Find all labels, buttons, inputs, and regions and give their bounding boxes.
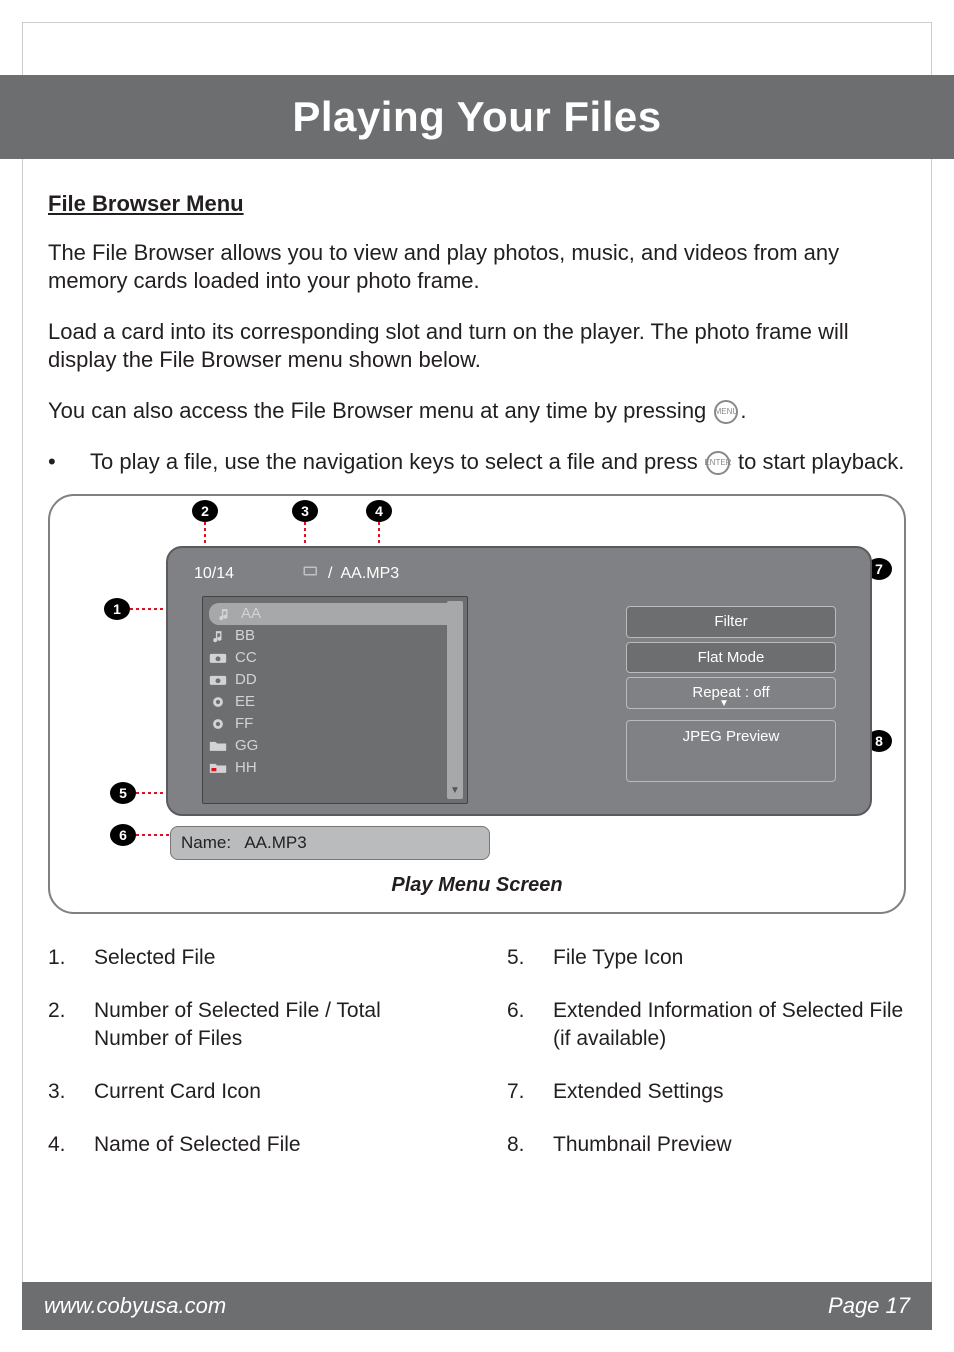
file-label: DD — [235, 670, 257, 690]
legend-item: 1. Selected File — [48, 944, 447, 971]
legend-text: Name of Selected File — [94, 1131, 301, 1158]
section-title: File Browser Menu — [48, 190, 906, 219]
legend-item: 5. File Type Icon — [507, 944, 906, 971]
leader-icon — [136, 834, 170, 836]
settings-repeat-text: Repeat : off — [692, 684, 769, 701]
paragraph-3-post: . — [740, 398, 746, 423]
file-counter: 10/14 — [194, 564, 234, 585]
diagram-caption: Play Menu Screen — [50, 872, 904, 898]
legend-item: 8. Thumbnail Preview — [507, 1131, 906, 1158]
file-row: EE — [203, 691, 467, 713]
scrollbar — [447, 601, 463, 799]
name-value: AA.MP3 — [244, 833, 306, 852]
folder-icon — [209, 761, 227, 775]
page-footer: www.cobyusa.com Page 17 — [22, 1282, 932, 1330]
settings-panel: Filter Flat Mode Repeat : off ▼ — [626, 606, 836, 713]
content-area: File Browser Menu The File Browser allow… — [48, 190, 906, 1159]
legend-num: 7. — [507, 1078, 533, 1105]
file-row: HH — [203, 757, 467, 779]
gear-icon — [209, 695, 227, 709]
file-label: EE — [235, 692, 255, 712]
callout-6: 6 — [110, 824, 136, 846]
camera-icon — [209, 673, 227, 687]
legend-num: 6. — [507, 997, 533, 1052]
file-label: BB — [235, 626, 255, 646]
jpeg-preview: JPEG Preview — [626, 720, 836, 782]
legend-text: Extended Information of Selected File (i… — [553, 997, 906, 1052]
bullet-list: • To play a file, use the navigation key… — [48, 448, 906, 477]
callout-1: 1 — [104, 598, 130, 620]
settings-flat-mode: Flat Mode — [626, 642, 836, 674]
camera-icon — [209, 651, 227, 665]
legend-item: 4. Name of Selected File — [48, 1131, 447, 1158]
enter-button-icon: ENTER — [706, 451, 730, 475]
callout-3: 3 — [292, 500, 318, 522]
menu-button-icon: MENU — [714, 400, 738, 424]
file-label: HH — [235, 758, 257, 778]
file-row: BB — [203, 625, 467, 647]
paragraph-1: The File Browser allows you to view and … — [48, 239, 906, 296]
legend-num: 3. — [48, 1078, 74, 1105]
legend-num: 8. — [507, 1131, 533, 1158]
callout-5: 5 — [110, 782, 136, 804]
legend-num: 4. — [48, 1131, 74, 1158]
music-icon — [209, 629, 227, 643]
folder-icon — [209, 739, 227, 753]
paragraph-3-pre: You can also access the File Browser men… — [48, 398, 712, 423]
file-label: GG — [235, 736, 258, 756]
bullet-text: To play a file, use the navigation keys … — [90, 448, 906, 477]
callout-2: 2 — [192, 500, 218, 522]
bullet-pre: To play a file, use the navigation keys … — [90, 449, 704, 474]
screen-top-line: 10/14 / AA.MP3 — [194, 564, 844, 585]
file-row: FF — [203, 713, 467, 735]
legend-text: Selected File — [94, 944, 215, 971]
settings-repeat: Repeat : off ▼ — [626, 677, 836, 709]
legend-text: Number of Selected File / Total Number o… — [94, 997, 447, 1052]
file-label: CC — [235, 648, 257, 668]
path-separator: / — [328, 564, 332, 585]
file-row: DD — [203, 669, 467, 691]
legend-item: 7. Extended Settings — [507, 1078, 906, 1105]
gear-icon — [209, 717, 227, 731]
file-row: CC — [203, 647, 467, 669]
file-label: AA — [241, 604, 261, 624]
bullet-post: to start playback. — [732, 449, 904, 474]
name-label: Name: — [181, 833, 231, 852]
file-label: FF — [235, 714, 253, 734]
legend-item: 6. Extended Information of Selected File … — [507, 997, 906, 1052]
page-header: Playing Your Files — [0, 75, 954, 159]
page-title: Playing Your Files — [292, 93, 661, 141]
screen-mock: 10/14 / AA.MP3 AA BB CC — [166, 546, 872, 816]
name-bar: Name: AA.MP3 — [170, 826, 490, 860]
paragraph-3: You can also access the File Browser men… — [48, 397, 906, 426]
card-icon — [302, 564, 320, 585]
play-menu-diagram: 2 3 4 1 5 6 7 8 10/14 / AA.M — [48, 494, 906, 914]
footer-url: www.cobyusa.com — [44, 1293, 226, 1319]
legend-grid: 1. Selected File 5. File Type Icon 2. Numbe… — [48, 944, 906, 1158]
callout-4: 4 — [366, 500, 392, 522]
file-list: AA BB CC DD EE — [202, 596, 468, 804]
legend-item: 3. Current Card Icon — [48, 1078, 447, 1105]
legend-num: 5. — [507, 944, 533, 971]
legend-text: Thumbnail Preview — [553, 1131, 732, 1158]
bullet-marker: • — [48, 448, 58, 477]
legend-item: 2. Number of Selected File / Total Number… — [48, 997, 447, 1052]
legend-num: 2. — [48, 997, 74, 1052]
file-row: GG — [203, 735, 467, 757]
legend-num: 1. — [48, 944, 74, 971]
settings-filter: Filter — [626, 606, 836, 638]
file-row: AA — [209, 603, 461, 625]
legend-text: Current Card Icon — [94, 1078, 261, 1105]
chevron-down-icon: ▼ — [719, 697, 729, 710]
legend-text: Extended Settings — [553, 1078, 723, 1105]
legend-text: File Type Icon — [553, 944, 683, 971]
current-file-name: AA.MP3 — [341, 564, 400, 585]
footer-page: Page 17 — [828, 1293, 910, 1319]
music-icon — [215, 607, 233, 621]
paragraph-2: Load a card into its corresponding slot … — [48, 318, 906, 375]
